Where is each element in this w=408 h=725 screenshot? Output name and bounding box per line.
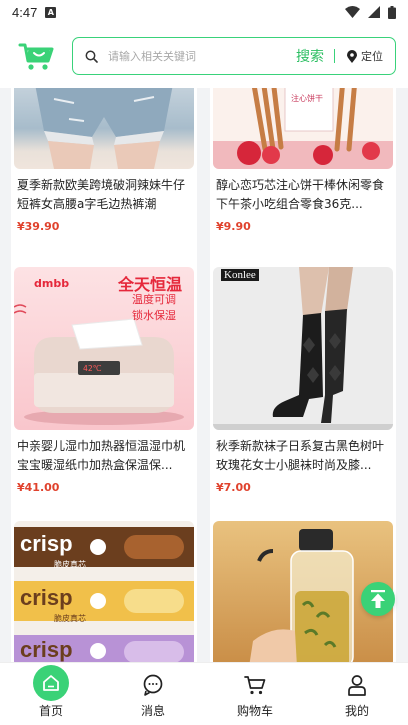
product-image-sub-2: 脆皮真芯: [54, 614, 86, 623]
product-price: ¥39.90: [17, 220, 60, 233]
product-feed[interactable]: 夏季新款欧美跨境破洞辣妹牛仔短裤女高腰a字毛边热裤潮 ¥39.90 注心饼干 醇…: [0, 88, 408, 662]
product-title: 夏季新款欧美跨境破洞辣妹牛仔短裤女高腰a字毛边热裤潮: [17, 178, 186, 211]
search-icon: [85, 50, 98, 63]
location-pin-icon: [347, 49, 357, 63]
tab-label: 我的: [344, 704, 369, 718]
signal-icon: [368, 6, 380, 18]
product-title: 醇心恋巧芯注心饼干棒休闲零食下午茶小吃组合零食36克...: [216, 178, 385, 211]
cart-icon: [244, 676, 266, 695]
product-image-strawberry-biscuit-sticks[interactable]: 注心饼干: [213, 88, 393, 169]
product-title: 秋季新款袜子日系复古黑色树叶玫瑰花女士小腿袜时尚及膝...: [216, 439, 385, 472]
search-button[interactable]: 搜索: [296, 46, 324, 66]
message-icon: [143, 674, 163, 696]
tab-home[interactable]: 首页: [0, 663, 102, 725]
tab-profile[interactable]: 我的: [306, 663, 408, 725]
product-image-wipes-warmer[interactable]: 42℃ dmbb 全天恒温 温度可调 锁水保湿: [14, 267, 194, 430]
wifi-icon: [345, 6, 360, 18]
brand-logo: dmbb: [34, 277, 70, 290]
bottom-tab-bar: 首页 消息 购物车 我的: [0, 662, 408, 725]
notification-icon: A: [45, 6, 57, 18]
status-bar: 4:47 A: [0, 0, 408, 24]
search-divider: [334, 49, 335, 63]
svg-text:42℃: 42℃: [83, 364, 102, 373]
search-bar[interactable]: 请输入相关关键词 搜索 定位: [72, 37, 396, 75]
header: 请输入相关关键词 搜索 定位: [0, 24, 408, 88]
location-label: 定位: [361, 50, 383, 63]
product-image-knee-socks[interactable]: Konlee: [213, 267, 393, 430]
product-image-text-2: crisp: [20, 585, 73, 610]
product-image-denim-shorts[interactable]: [14, 88, 194, 169]
home-icon: [43, 675, 59, 691]
back-to-top-button[interactable]: [361, 582, 395, 616]
product-image-sub2: 锁水保湿: [132, 309, 176, 322]
brand-logo: Konlee: [221, 269, 259, 281]
tab-label: 消息: [140, 704, 165, 718]
tab-label: 购物车: [236, 704, 273, 718]
tab-cart[interactable]: 购物车: [204, 663, 306, 725]
product-image-text: crisp: [20, 531, 73, 556]
profile-icon: [348, 675, 366, 696]
tab-label: 首页: [38, 704, 63, 718]
product-price: ¥9.90: [216, 220, 251, 233]
search-input[interactable]: 请输入相关关键词: [108, 48, 296, 64]
product-price: ¥7.00: [216, 481, 251, 494]
battery-icon: [388, 5, 396, 19]
product-title: 中亲婴儿湿巾加热器恒温湿巾机宝宝暖湿纸巾加热盒保温保...: [17, 439, 186, 472]
cart-logo-icon: [16, 36, 56, 76]
product-price: ¥41.00: [17, 481, 60, 494]
arrow-up-icon: [371, 590, 385, 608]
product-image-sub: 脆皮真芯: [54, 560, 86, 569]
tab-messages[interactable]: 消息: [102, 663, 204, 725]
product-card[interactable]: crisp crisp crisp 脆皮真芯 脆皮真芯: [11, 518, 197, 662]
status-time: 4:47: [12, 4, 38, 20]
product-image-sub1: 温度可调: [132, 293, 176, 306]
product-image-crisp-wafer[interactable]: crisp crisp crisp 脆皮真芯 脆皮真芯: [14, 521, 194, 662]
product-image-text: 注心饼干: [291, 94, 323, 103]
product-image-text-3: crisp: [20, 637, 73, 662]
location-button[interactable]: 定位: [347, 48, 383, 64]
